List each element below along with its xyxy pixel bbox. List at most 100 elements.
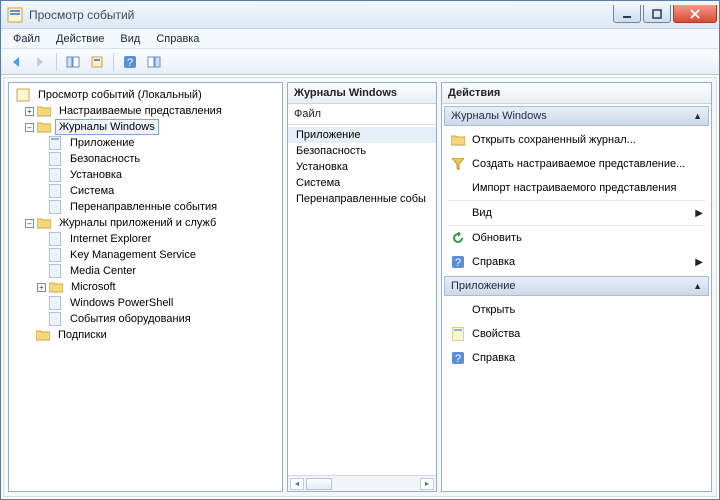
tree-label: Приложение (66, 135, 139, 151)
action-view[interactable]: Вид ▶ (442, 201, 711, 225)
blank-icon (450, 205, 466, 221)
refresh-icon (450, 230, 466, 246)
maximize-button[interactable] (643, 5, 671, 23)
folder-icon (36, 215, 52, 231)
action-label: Импорт настраиваемого представления (472, 182, 703, 194)
toolbar-separator (56, 53, 57, 71)
tree-forwarded[interactable]: Перенаправленные события (13, 199, 278, 215)
show-tree-button[interactable] (62, 51, 84, 73)
event-tree[interactable]: Просмотр событий (Локальный) + Настраива… (11, 85, 280, 489)
list-item[interactable]: Система (288, 175, 436, 191)
expand-icon[interactable]: + (25, 107, 34, 116)
help-icon: ? (450, 350, 466, 366)
tree-root[interactable]: Просмотр событий (Локальный) (13, 87, 278, 103)
action-pane-button[interactable] (143, 51, 165, 73)
menu-help[interactable]: Справка (148, 31, 207, 47)
list-header: Журналы Windows (288, 83, 436, 104)
list-item[interactable]: Перенаправленные собы (288, 191, 436, 207)
tree-pane: Просмотр событий (Локальный) + Настраива… (8, 82, 283, 492)
section-title: Приложение (451, 280, 516, 292)
log-icon (47, 167, 63, 183)
minimize-button[interactable] (613, 5, 641, 23)
action-label: Создать настраиваемое представление... (472, 158, 703, 170)
actions-pane: Действия Журналы Windows ▲ Открыть сохра… (441, 82, 712, 492)
tree-app-services[interactable]: – Журналы приложений и служб (13, 215, 278, 231)
scroll-right-icon[interactable]: ▸ (420, 478, 434, 490)
folder-open-icon (450, 132, 466, 148)
tree-mc[interactable]: Media Center (13, 263, 278, 279)
subscriptions-icon (35, 327, 51, 343)
app-window: Просмотр событий Файл Действие Вид Справ… (0, 0, 720, 500)
tree-label: Журналы приложений и служб (55, 215, 220, 231)
action-import-custom-view[interactable]: Импорт настраиваемого представления (442, 176, 711, 200)
window-controls (611, 5, 717, 23)
horizontal-scrollbar[interactable]: ◂ ▸ (288, 475, 436, 491)
log-icon (47, 311, 63, 327)
menu-action[interactable]: Действие (48, 31, 112, 47)
tree-label: Подписки (54, 327, 111, 343)
action-help2[interactable]: ? Справка (442, 346, 711, 370)
properties-button[interactable] (86, 51, 108, 73)
tree-label: Media Center (66, 263, 140, 279)
tree-windows-logs[interactable]: – Журналы Windows (13, 119, 278, 135)
menu-view[interactable]: Вид (112, 31, 148, 47)
expand-icon[interactable]: + (37, 283, 46, 292)
back-button[interactable] (5, 51, 27, 73)
list-item[interactable]: Установка (288, 159, 436, 175)
actions-list: Журналы Windows ▲ Открыть сохраненный жу… (442, 104, 711, 491)
action-help[interactable]: ? Справка ▶ (442, 250, 711, 274)
list-item[interactable]: Приложение (288, 127, 436, 143)
filter-icon (450, 156, 466, 172)
blank-icon (450, 180, 466, 196)
forward-button[interactable] (29, 51, 51, 73)
action-open[interactable]: Открыть (442, 298, 711, 322)
action-label: Справка (472, 352, 703, 364)
scroll-thumb[interactable] (306, 478, 332, 490)
action-refresh[interactable]: Обновить (442, 226, 711, 250)
tree-setup[interactable]: Установка (13, 167, 278, 183)
action-create-custom-view[interactable]: Создать настраиваемое представление... (442, 152, 711, 176)
log-icon (47, 247, 63, 263)
actions-section-application[interactable]: Приложение ▲ (444, 276, 709, 296)
tree-label: Microsoft (67, 279, 120, 295)
svg-text:?: ? (455, 257, 461, 268)
folder-icon (36, 119, 52, 135)
help-button[interactable]: ? (119, 51, 141, 73)
actions-section-windows-logs[interactable]: Журналы Windows ▲ (444, 106, 709, 126)
blank-icon (450, 302, 466, 318)
svg-text:?: ? (127, 57, 133, 69)
collapse-icon[interactable]: – (25, 123, 34, 132)
svg-text:?: ? (455, 353, 461, 364)
close-button[interactable] (673, 5, 717, 23)
tree-security[interactable]: Безопасность (13, 151, 278, 167)
tree-application[interactable]: Приложение (13, 135, 278, 151)
folder-icon (36, 103, 52, 119)
list-item[interactable]: Безопасность (288, 143, 436, 159)
list-column-header[interactable]: Файл (288, 104, 436, 125)
action-label: Справка (472, 256, 689, 268)
tree-custom-views[interactable]: + Настраиваемые представления (13, 103, 278, 119)
log-list[interactable]: Приложение Безопасность Установка Систем… (288, 125, 436, 475)
action-properties[interactable]: Свойства (442, 322, 711, 346)
tree-ie[interactable]: Internet Explorer (13, 231, 278, 247)
tree-ps[interactable]: Windows PowerShell (13, 295, 278, 311)
log-icon (47, 263, 63, 279)
tree-kms[interactable]: Key Management Service (13, 247, 278, 263)
log-icon (47, 135, 63, 151)
menubar: Файл Действие Вид Справка (1, 29, 719, 49)
actions-header: Действия (442, 83, 711, 104)
tree-hw[interactable]: События оборудования (13, 311, 278, 327)
tree-system[interactable]: Система (13, 183, 278, 199)
collapse-icon[interactable]: – (25, 219, 34, 228)
log-icon (47, 199, 63, 215)
scroll-left-icon[interactable]: ◂ (290, 478, 304, 490)
log-icon (47, 295, 63, 311)
tree-ms[interactable]: + Microsoft (13, 279, 278, 295)
menu-file[interactable]: Файл (5, 31, 48, 47)
toolbar-separator (113, 53, 114, 71)
tree-subs[interactable]: Подписки (13, 327, 278, 343)
action-label: Свойства (472, 328, 703, 340)
list-pane: Журналы Windows Файл Приложение Безопасн… (287, 82, 437, 492)
window-title: Просмотр событий (27, 8, 611, 22)
action-open-saved-log[interactable]: Открыть сохраненный журнал... (442, 128, 711, 152)
